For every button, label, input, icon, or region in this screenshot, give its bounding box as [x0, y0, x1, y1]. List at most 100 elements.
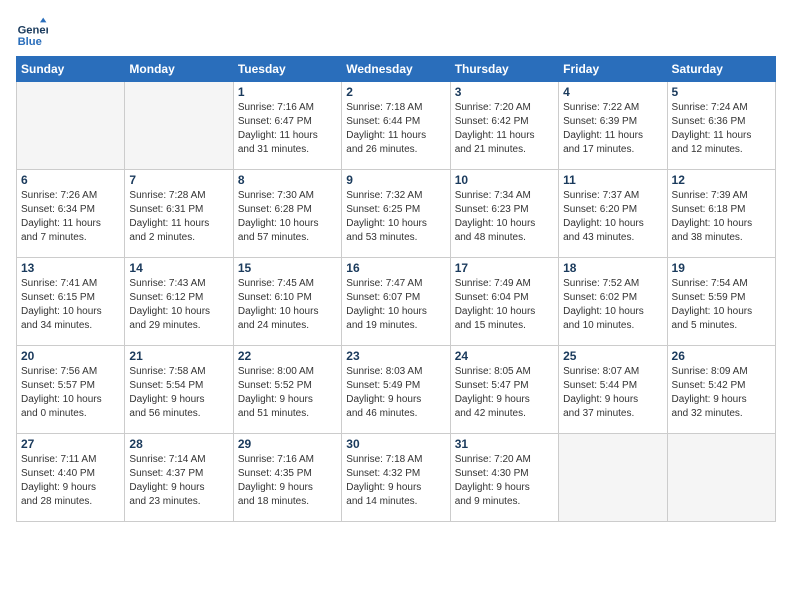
day-info: Sunrise: 7:47 AM Sunset: 6:07 PM Dayligh…	[346, 277, 445, 333]
day-cell: 1Sunrise: 7:16 AM Sunset: 6:47 PM Daylig…	[233, 82, 341, 170]
day-number: 26	[672, 349, 771, 363]
day-info: Sunrise: 7:16 AM Sunset: 4:35 PM Dayligh…	[238, 453, 337, 509]
week-row-4: 20 Sunrise: 7:56 AM Sunset: 5:57 PM Dayli…	[17, 346, 776, 434]
day-cell: 8 Sunrise: 7:30 AM Sunset: 6:28 PM Daylig…	[233, 170, 341, 258]
day-number: 10	[455, 173, 554, 187]
day-number: 3	[455, 85, 554, 99]
day-info: Sunrise: 7:41 AM Sunset: 6:15 PM Dayligh…	[21, 277, 120, 333]
day-number: 12	[672, 173, 771, 187]
week-row-5: 27Sunrise: 7:11 AM Sunset: 4:40 PM Dayli…	[17, 434, 776, 522]
day-info: Sunrise: 8:05 AM Sunset: 5:47 PM Dayligh…	[455, 365, 554, 421]
day-number: 15	[238, 261, 337, 275]
day-cell: 4Sunrise: 7:22 AM Sunset: 6:39 PM Daylig…	[559, 82, 667, 170]
day-info: Sunrise: 7:43 AM Sunset: 6:12 PM Dayligh…	[129, 277, 228, 333]
day-cell: 10 Sunrise: 7:34 AM Sunset: 6:23 PM Dayli…	[450, 170, 558, 258]
day-number: 9	[346, 173, 445, 187]
day-cell: 20 Sunrise: 7:56 AM Sunset: 5:57 PM Dayli…	[17, 346, 125, 434]
col-header-sunday: Sunday	[17, 57, 125, 82]
day-number: 20	[21, 349, 120, 363]
day-number: 19	[672, 261, 771, 275]
day-info: Sunrise: 8:09 AM Sunset: 5:42 PM Dayligh…	[672, 365, 771, 421]
day-cell: 21Sunrise: 7:58 AM Sunset: 5:54 PM Dayli…	[125, 346, 233, 434]
day-info: Sunrise: 7:18 AM Sunset: 4:32 PM Dayligh…	[346, 453, 445, 509]
day-number: 22	[238, 349, 337, 363]
day-cell: 27Sunrise: 7:11 AM Sunset: 4:40 PM Dayli…	[17, 434, 125, 522]
page-header: General Blue	[16, 16, 776, 48]
header-row: SundayMondayTuesdayWednesdayThursdayFrid…	[17, 57, 776, 82]
day-info: Sunrise: 7:34 AM Sunset: 6:23 PM Dayligh…	[455, 189, 554, 245]
day-info: Sunrise: 7:39 AM Sunset: 6:18 PM Dayligh…	[672, 189, 771, 245]
day-info: Sunrise: 7:16 AM Sunset: 6:47 PM Dayligh…	[238, 101, 337, 157]
col-header-tuesday: Tuesday	[233, 57, 341, 82]
day-info: Sunrise: 7:30 AM Sunset: 6:28 PM Dayligh…	[238, 189, 337, 245]
day-info: Sunrise: 7:11 AM Sunset: 4:40 PM Dayligh…	[21, 453, 120, 509]
week-row-2: 6 Sunrise: 7:26 AM Sunset: 6:34 PM Daylig…	[17, 170, 776, 258]
day-info: Sunrise: 7:32 AM Sunset: 6:25 PM Dayligh…	[346, 189, 445, 245]
day-number: 11	[563, 173, 662, 187]
day-number: 14	[129, 261, 228, 275]
calendar-table: SundayMondayTuesdayWednesdayThursdayFrid…	[16, 56, 776, 522]
day-number: 24	[455, 349, 554, 363]
day-cell: 2Sunrise: 7:18 AM Sunset: 6:44 PM Daylig…	[342, 82, 450, 170]
col-header-thursday: Thursday	[450, 57, 558, 82]
day-cell: 14 Sunrise: 7:43 AM Sunset: 6:12 PM Dayli…	[125, 258, 233, 346]
day-number: 18	[563, 261, 662, 275]
day-number: 8	[238, 173, 337, 187]
day-cell	[125, 82, 233, 170]
day-number: 28	[129, 437, 228, 451]
col-header-monday: Monday	[125, 57, 233, 82]
week-row-1: 1Sunrise: 7:16 AM Sunset: 6:47 PM Daylig…	[17, 82, 776, 170]
day-cell: 16Sunrise: 7:47 AM Sunset: 6:07 PM Dayli…	[342, 258, 450, 346]
day-number: 31	[455, 437, 554, 451]
col-header-wednesday: Wednesday	[342, 57, 450, 82]
logo: General Blue	[16, 16, 52, 48]
svg-text:General: General	[18, 25, 48, 37]
day-info: Sunrise: 7:37 AM Sunset: 6:20 PM Dayligh…	[563, 189, 662, 245]
day-info: Sunrise: 7:49 AM Sunset: 6:04 PM Dayligh…	[455, 277, 554, 333]
logo-icon: General Blue	[16, 16, 48, 48]
day-info: Sunrise: 7:54 AM Sunset: 5:59 PM Dayligh…	[672, 277, 771, 333]
day-info: Sunrise: 7:14 AM Sunset: 4:37 PM Dayligh…	[129, 453, 228, 509]
day-info: Sunrise: 7:28 AM Sunset: 6:31 PM Dayligh…	[129, 189, 228, 245]
day-cell: 15Sunrise: 7:45 AM Sunset: 6:10 PM Dayli…	[233, 258, 341, 346]
day-info: Sunrise: 7:58 AM Sunset: 5:54 PM Dayligh…	[129, 365, 228, 421]
day-cell: 25 Sunrise: 8:07 AM Sunset: 5:44 PM Dayli…	[559, 346, 667, 434]
day-cell: 5 Sunrise: 7:24 AM Sunset: 6:36 PM Daylig…	[667, 82, 775, 170]
day-cell	[667, 434, 775, 522]
day-cell: 29 Sunrise: 7:16 AM Sunset: 4:35 PM Dayli…	[233, 434, 341, 522]
day-number: 2	[346, 85, 445, 99]
day-cell: 11 Sunrise: 7:37 AM Sunset: 6:20 PM Dayli…	[559, 170, 667, 258]
day-cell: 23 Sunrise: 8:03 AM Sunset: 5:49 PM Dayli…	[342, 346, 450, 434]
col-header-saturday: Saturday	[667, 57, 775, 82]
day-cell: 26 Sunrise: 8:09 AM Sunset: 5:42 PM Dayli…	[667, 346, 775, 434]
day-info: Sunrise: 7:56 AM Sunset: 5:57 PM Dayligh…	[21, 365, 120, 421]
day-cell: 31Sunrise: 7:20 AM Sunset: 4:30 PM Dayli…	[450, 434, 558, 522]
day-info: Sunrise: 8:07 AM Sunset: 5:44 PM Dayligh…	[563, 365, 662, 421]
day-number: 17	[455, 261, 554, 275]
day-cell: 7 Sunrise: 7:28 AM Sunset: 6:31 PM Daylig…	[125, 170, 233, 258]
day-number: 7	[129, 173, 228, 187]
day-cell: 22 Sunrise: 8:00 AM Sunset: 5:52 PM Dayli…	[233, 346, 341, 434]
day-info: Sunrise: 7:52 AM Sunset: 6:02 PM Dayligh…	[563, 277, 662, 333]
day-number: 23	[346, 349, 445, 363]
day-cell: 9 Sunrise: 7:32 AM Sunset: 6:25 PM Daylig…	[342, 170, 450, 258]
week-row-3: 13 Sunrise: 7:41 AM Sunset: 6:15 PM Dayli…	[17, 258, 776, 346]
day-info: Sunrise: 7:20 AM Sunset: 6:42 PM Dayligh…	[455, 101, 554, 157]
day-cell: 28 Sunrise: 7:14 AM Sunset: 4:37 PM Dayli…	[125, 434, 233, 522]
day-info: Sunrise: 8:00 AM Sunset: 5:52 PM Dayligh…	[238, 365, 337, 421]
svg-text:Blue: Blue	[18, 36, 42, 48]
day-number: 25	[563, 349, 662, 363]
col-header-friday: Friday	[559, 57, 667, 82]
day-info: Sunrise: 7:26 AM Sunset: 6:34 PM Dayligh…	[21, 189, 120, 245]
day-number: 30	[346, 437, 445, 451]
day-info: Sunrise: 7:24 AM Sunset: 6:36 PM Dayligh…	[672, 101, 771, 157]
day-cell	[17, 82, 125, 170]
day-number: 5	[672, 85, 771, 99]
day-cell: 24 Sunrise: 8:05 AM Sunset: 5:47 PM Dayli…	[450, 346, 558, 434]
day-number: 13	[21, 261, 120, 275]
day-number: 6	[21, 173, 120, 187]
day-info: Sunrise: 7:22 AM Sunset: 6:39 PM Dayligh…	[563, 101, 662, 157]
day-cell: 18 Sunrise: 7:52 AM Sunset: 6:02 PM Dayli…	[559, 258, 667, 346]
day-info: Sunrise: 8:03 AM Sunset: 5:49 PM Dayligh…	[346, 365, 445, 421]
day-number: 29	[238, 437, 337, 451]
